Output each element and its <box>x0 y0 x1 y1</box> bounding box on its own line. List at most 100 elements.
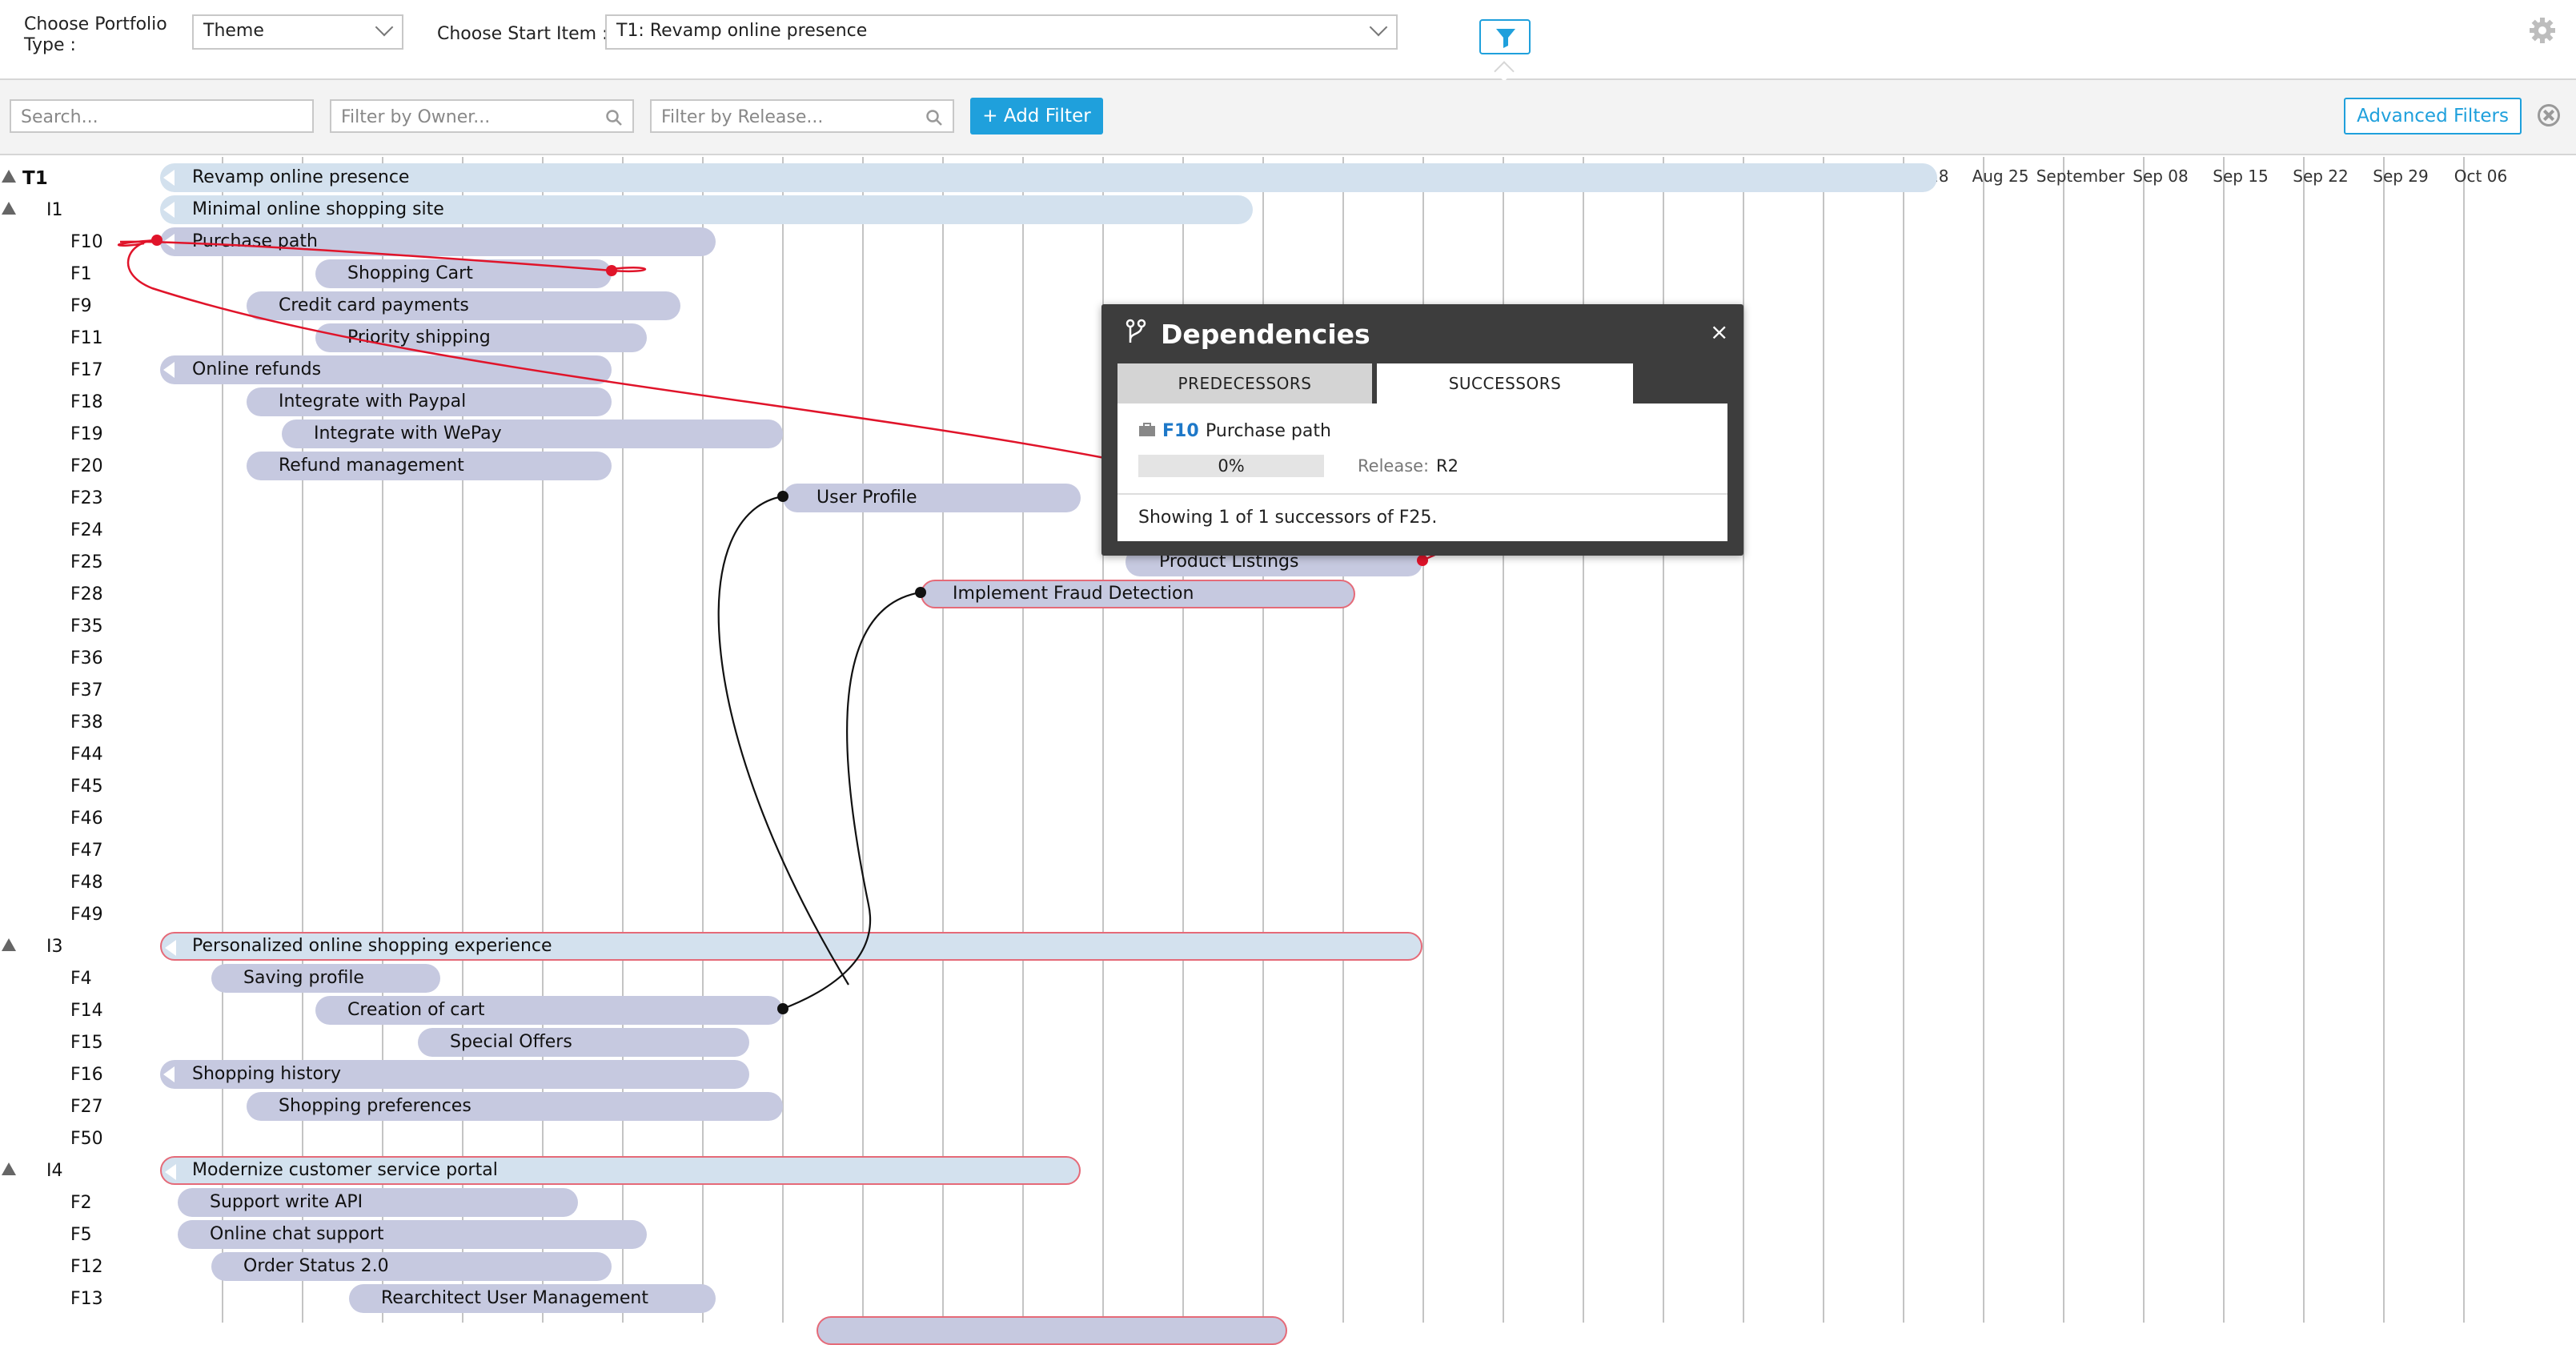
collapse-triangle-icon[interactable] <box>2 1162 16 1175</box>
gridline <box>2223 157 2225 1323</box>
portfolio-type-label-line1: Choose Portfolio <box>24 14 167 34</box>
row-id[interactable]: F5 <box>70 1225 92 1245</box>
bar-label: Online chat support <box>210 1224 384 1244</box>
row-id[interactable]: I3 <box>46 937 63 957</box>
arrow-left-icon <box>163 234 175 250</box>
gridline <box>1022 157 1024 1323</box>
row-id[interactable]: F47 <box>70 841 103 861</box>
tab-predecessors[interactable]: PREDECESSORS <box>1117 363 1372 404</box>
row-id[interactable]: F27 <box>70 1097 103 1117</box>
collapse-triangle-icon[interactable] <box>2 938 16 951</box>
date-label: Sep 08 <box>2133 167 2189 186</box>
row-id[interactable]: F4 <box>70 969 92 989</box>
row-id[interactable]: F49 <box>70 905 103 925</box>
gridline <box>222 157 223 1323</box>
row-id[interactable]: F24 <box>70 520 103 540</box>
arrow-left-icon <box>163 362 175 378</box>
bar-label: Refund management <box>279 456 464 476</box>
timeline-bar[interactable] <box>160 163 1937 192</box>
branch-icon <box>1125 319 1146 343</box>
row-id[interactable]: F46 <box>70 809 103 829</box>
popup-body: F10 Purchase path 0% Release: R2 Showing… <box>1117 404 1727 541</box>
row-id[interactable]: F37 <box>70 681 103 701</box>
row-id[interactable]: I1 <box>46 200 63 220</box>
search-input[interactable]: Search... <box>10 99 314 133</box>
gridline <box>2463 157 2465 1323</box>
dependency-endpoint[interactable] <box>151 235 163 246</box>
tab-successors[interactable]: SUCCESSORS <box>1377 363 1633 404</box>
row-id[interactable]: F14 <box>70 1001 103 1021</box>
row-id[interactable]: F16 <box>70 1065 103 1085</box>
row-id[interactable]: F2 <box>70 1193 92 1213</box>
dependency-endpoint[interactable] <box>606 265 617 276</box>
row-id[interactable]: F9 <box>70 296 92 316</box>
successor-id-link[interactable]: F10 <box>1162 421 1199 441</box>
row-id[interactable]: F12 <box>70 1257 103 1277</box>
row-id[interactable]: F18 <box>70 392 103 412</box>
row-id[interactable]: F1 <box>70 264 92 284</box>
row-id[interactable]: I4 <box>46 1161 63 1181</box>
dependency-endpoint[interactable] <box>777 491 788 502</box>
portfolio-type-label: Choose Portfolio Type : <box>24 14 167 56</box>
date-label: Sep 29 <box>2373 167 2429 186</box>
successor-name: Purchase path <box>1206 421 1331 441</box>
chevron-down-icon <box>1369 18 1388 37</box>
row-id[interactable]: F50 <box>70 1129 103 1149</box>
dependency-endpoint[interactable] <box>915 587 926 598</box>
gridline <box>942 157 944 1323</box>
bar-label: Integrate with Paypal <box>279 391 467 412</box>
row-id[interactable]: F23 <box>70 488 103 508</box>
advanced-filters-button[interactable]: Advanced Filters <box>2344 98 2522 134</box>
date-label: Aug 25 <box>1972 167 2029 186</box>
row-id[interactable]: T1 <box>22 168 48 189</box>
owner-filter-input[interactable]: Filter by Owner... <box>330 99 634 133</box>
row-id[interactable]: F20 <box>70 456 103 476</box>
row-id[interactable]: F45 <box>70 777 103 797</box>
bar-label: Purchase path <box>192 231 318 251</box>
collapse-triangle-icon[interactable] <box>2 202 16 215</box>
gridline <box>2303 157 2305 1323</box>
start-item-value: T1: Revamp online presence <box>616 21 868 41</box>
row-id[interactable]: F15 <box>70 1033 103 1053</box>
collapse-triangle-icon[interactable] <box>2 170 16 183</box>
start-item-label: Choose Start Item : <box>437 24 608 44</box>
dependencies-popup: Dependencies × PREDECESSORS SUCCESSORS F… <box>1101 304 1743 556</box>
toggle-filters-button[interactable] <box>1479 19 1531 54</box>
gridline <box>2143 157 2145 1323</box>
timeline-bar[interactable] <box>817 1316 1287 1345</box>
row-id[interactable]: F44 <box>70 745 103 765</box>
row-id[interactable]: F35 <box>70 616 103 636</box>
row-id[interactable]: F36 <box>70 648 103 668</box>
row-id[interactable]: F13 <box>70 1289 103 1309</box>
row-id[interactable]: F11 <box>70 328 103 348</box>
row-id[interactable]: F17 <box>70 360 103 380</box>
dependency-endpoint[interactable] <box>777 1003 788 1014</box>
release-value: R2 <box>1436 456 1459 476</box>
bar-label: Support write API <box>210 1192 363 1212</box>
close-icon[interactable] <box>2538 104 2560 126</box>
briefcase-icon <box>1139 423 1155 436</box>
gridline <box>862 157 864 1323</box>
row-id[interactable]: F19 <box>70 424 103 444</box>
popup-close-button[interactable]: × <box>1710 319 1728 345</box>
row-id[interactable]: F25 <box>70 552 103 572</box>
bar-label: Online refunds <box>192 359 322 379</box>
portfolio-type-select[interactable]: Theme <box>192 14 403 50</box>
dependency-endpoint[interactable] <box>1417 555 1428 566</box>
gear-icon[interactable] <box>2528 16 2557 45</box>
row-id[interactable]: F28 <box>70 584 103 604</box>
bar-label: Revamp online presence <box>192 167 410 187</box>
release-filter-input[interactable]: Filter by Release... <box>650 99 954 133</box>
bar-label: Creation of cart <box>347 1000 485 1020</box>
bar-label: Rearchitect User Management <box>381 1288 648 1308</box>
row-id[interactable]: F48 <box>70 873 103 893</box>
start-item-select[interactable]: T1: Revamp online presence <box>605 14 1398 50</box>
progress-value: 0% <box>1218 456 1245 476</box>
chevron-down-icon <box>375 18 394 37</box>
gridline <box>702 157 704 1323</box>
row-id[interactable]: F10 <box>70 232 103 252</box>
search-icon <box>606 110 622 126</box>
bar-label: Credit card payments <box>279 295 469 315</box>
add-filter-button[interactable]: + Add Filter <box>970 98 1103 134</box>
row-id[interactable]: F38 <box>70 713 103 733</box>
